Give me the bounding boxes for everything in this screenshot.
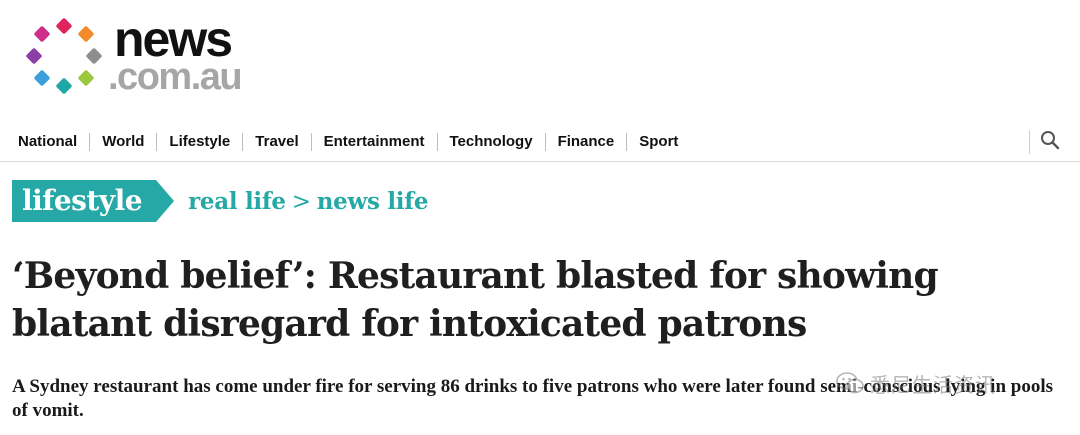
logo-dot <box>33 25 51 43</box>
nav-item-travel[interactable]: Travel <box>243 133 312 151</box>
article-headline: ‘Beyond belief’: Restaurant blasted for … <box>12 255 939 345</box>
logo-wordmark-domain: .com.au <box>108 56 243 98</box>
logo-dots-icon <box>22 16 108 96</box>
logo-dot <box>25 47 43 65</box>
breadcrumb-separator: > <box>291 188 311 215</box>
nav-item-finance[interactable]: Finance <box>546 133 628 151</box>
nav-item-lifestyle[interactable]: Lifestyle <box>157 133 244 151</box>
logo-dot <box>85 47 103 65</box>
nav-item-world[interactable]: World <box>90 133 158 151</box>
breadcrumb: real life > news life <box>188 188 428 215</box>
search-icon <box>1041 131 1060 150</box>
nav-item-sport[interactable]: Sport <box>627 133 690 151</box>
logo-dot <box>55 77 73 95</box>
site-logo[interactable]: news .com.au <box>22 11 262 98</box>
section-breadcrumb: lifestyle real life > news life <box>12 180 428 222</box>
search-button[interactable] <box>1029 130 1068 154</box>
main-navigation: National World Lifestyle Travel Entertainmen… <box>0 123 1080 162</box>
nav-item-entertainment[interactable]: Entertainment <box>312 133 438 151</box>
breadcrumb-news-life[interactable]: news life <box>317 188 429 215</box>
logo-dot <box>77 25 95 43</box>
section-tag-lifestyle[interactable]: lifestyle <box>12 180 175 222</box>
logo-dot <box>33 69 51 87</box>
logo-dot <box>77 69 95 87</box>
logo-dot <box>55 17 73 35</box>
article-standfirst: A Sydney restaurant has come under fire … <box>12 376 1054 421</box>
nav-item-national[interactable]: National <box>6 133 91 151</box>
nav-item-technology[interactable]: Technology <box>438 133 546 151</box>
breadcrumb-real-life[interactable]: real life <box>188 188 286 215</box>
nav-list: National World Lifestyle Travel Entertainmen… <box>0 133 690 151</box>
